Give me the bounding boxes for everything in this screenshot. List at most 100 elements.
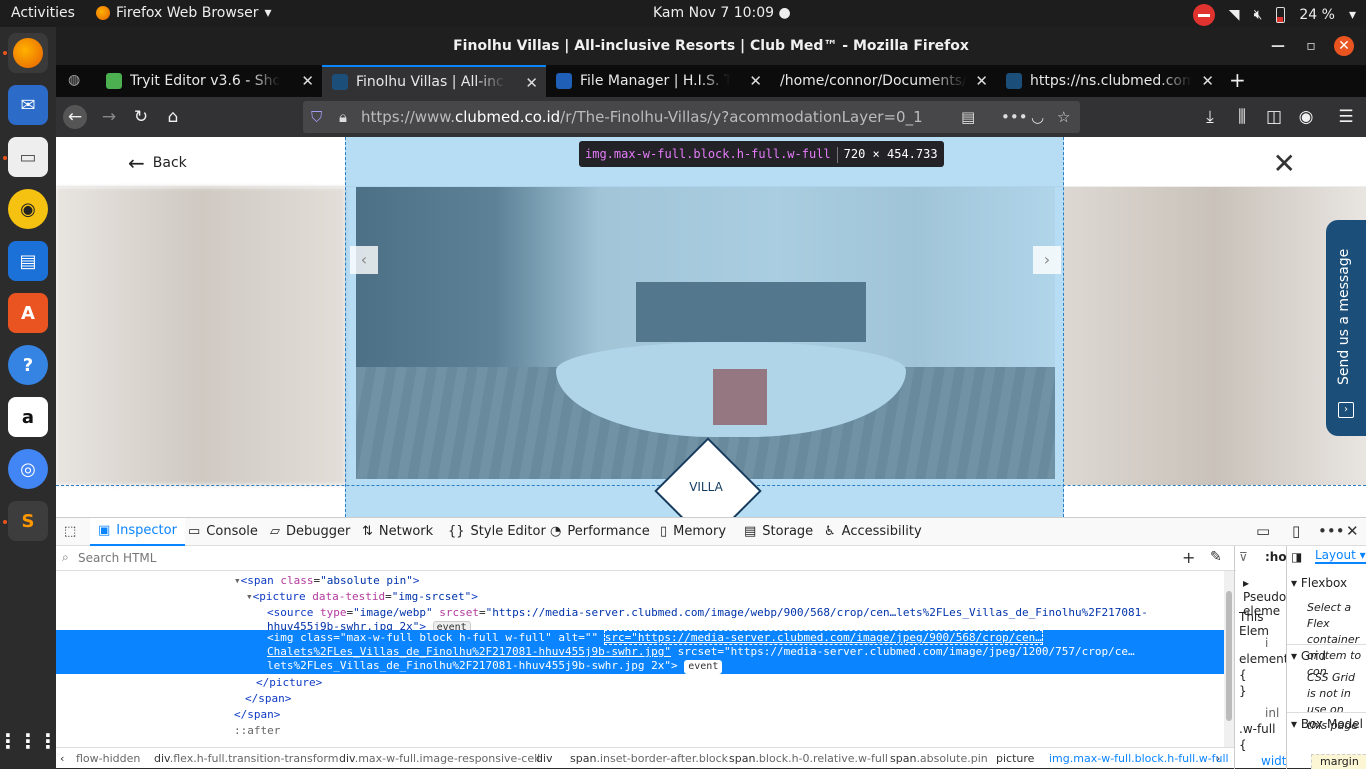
back-arrow-icon[interactable]: ←	[63, 105, 87, 129]
markup-node-span[interactable]: ▾<span class="absolute pin">	[234, 574, 419, 588]
new-tab-icon[interactable]: +	[1229, 68, 1246, 92]
breadcrumb-item[interactable]: flow-hidden	[76, 752, 140, 765]
markup-close-span[interactable]: </span>	[245, 692, 291, 706]
devtools-menu-icon[interactable]: •••	[1318, 522, 1345, 540]
rule-property[interactable]: widt	[1261, 754, 1286, 768]
downloads-icon[interactable]: ⤓	[1198, 105, 1222, 129]
grid-section[interactable]: ▾ Grid	[1287, 644, 1366, 663]
markup-src-link[interactable]: src="https://media-server.clubmed.com/im…	[603, 630, 1043, 645]
close-devtools-icon[interactable]: ✕	[1346, 522, 1359, 540]
account-icon[interactable]: ◉	[1294, 105, 1318, 129]
reader-view-icon[interactable]: ▤	[961, 101, 975, 133]
breadcrumb-item[interactable]: span.inset-border-after.block	[570, 752, 728, 765]
tab-ns-clubmed[interactable]: https://ns.clubmed.com ✕	[996, 65, 1222, 97]
pocket-icon[interactable]: ◡	[1031, 101, 1044, 133]
tab-network[interactable]: ⇅ Network	[362, 518, 433, 546]
breadcrumb-item[interactable]: div.max-w-full.image-responsive-cell	[339, 752, 540, 765]
breadcrumb-item[interactable]: span.absolute.pin	[890, 752, 988, 765]
markup-src-link-cont[interactable]: Chalets%2FLes_Villas_de_Finolhu%2F217081…	[267, 645, 671, 658]
search-html-input[interactable]: Search HTML	[78, 551, 156, 565]
tracking-shield-icon[interactable]: ⛉	[311, 101, 322, 133]
sublime-text-launcher-icon[interactable]: S	[8, 501, 48, 541]
activities-button[interactable]: Activities	[11, 5, 75, 21]
system-tray[interactable]: ◥ 🔇︎ 24 % ▾	[1192, 4, 1356, 26]
close-tab-icon[interactable]: ✕	[1201, 72, 1214, 90]
home-icon[interactable]: ⌂	[161, 105, 185, 129]
breadcrumb-item-current[interactable]: img.max-w-full.block.h-full.w-full	[1049, 752, 1229, 765]
close-icon[interactable]: ✕	[1273, 147, 1296, 180]
firefox-launcher-icon[interactable]	[8, 33, 48, 73]
close-tab-icon[interactable]: ✕	[975, 72, 988, 90]
tab-file-manager[interactable]: File Manager | H.I.S. Trav ✕	[546, 65, 770, 97]
tab-inspector[interactable]: ▣ Inspector	[90, 518, 185, 546]
back-button[interactable]: ← Back	[128, 151, 187, 175]
responsive-design-icon[interactable]: ▭	[1256, 522, 1270, 540]
tab-performance[interactable]: ◔ Performance	[550, 518, 650, 546]
clock[interactable]: Kam Nov 7 10:09 ●	[653, 5, 791, 21]
markup-pseudo-after[interactable]: ::after	[234, 724, 280, 738]
rhythmbox-launcher-icon[interactable]: ◉	[8, 189, 48, 229]
amazon-launcher-icon[interactable]: a	[8, 397, 48, 437]
maximize-icon[interactable]: ▫	[1301, 36, 1321, 56]
lock-icon[interactable]: 🔒︎	[339, 101, 347, 133]
writer-launcher-icon[interactable]: ▤	[8, 241, 48, 281]
filter-icon[interactable]: ⊽	[1239, 550, 1248, 564]
flexbox-section[interactable]: ▾ Flexbox	[1287, 576, 1366, 590]
software-center-launcher-icon[interactable]: A	[8, 293, 48, 333]
close-tab-icon[interactable]: ✕	[525, 74, 538, 92]
rule-source[interactable]: inl	[1265, 706, 1279, 720]
thunderbird-launcher-icon[interactable]: ✉	[8, 85, 48, 125]
files-launcher-icon[interactable]: ▭	[8, 137, 48, 177]
breadcrumb-item[interactable]: div.flex.h-full.transition-transform	[154, 752, 338, 765]
sidebar-icon[interactable]: ◫	[1262, 105, 1286, 129]
tab-finolhu-villas[interactable]: Finolhu Villas | All-inclusi ✕	[322, 65, 546, 97]
box-model-section[interactable]: ▾ Box Model	[1287, 712, 1366, 731]
element-picker-icon[interactable]: ⬚	[64, 518, 76, 546]
minimize-icon[interactable]: —	[1268, 36, 1288, 56]
markup-scrollbar[interactable]	[1224, 571, 1234, 747]
add-node-icon[interactable]: +	[1182, 548, 1195, 567]
tab-debugger[interactable]: ▱ Debugger	[270, 518, 350, 546]
hover-state-toggle[interactable]: :ho	[1265, 550, 1286, 564]
reload-icon[interactable]: ↻	[129, 105, 153, 129]
show-applications-icon[interactable]: ⋮⋮⋮	[0, 721, 58, 761]
markup-node-source[interactable]: <source type="image/webp" srcset="https:…	[267, 606, 1148, 620]
send-message-button[interactable]: Send us a message ›	[1326, 220, 1366, 436]
scrollbar-thumb[interactable]	[1226, 591, 1232, 721]
help-launcher-icon[interactable]: ?	[8, 345, 48, 385]
tab-home-documents[interactable]: /home/connor/Documents/ ✕	[770, 65, 996, 97]
carousel-next-icon[interactable]: ›	[1033, 246, 1061, 274]
breadcrumb-item[interactable]: div	[536, 752, 553, 765]
computed-toggle-icon[interactable]: ◨	[1291, 550, 1302, 564]
tab-tryit-editor[interactable]: Tryit Editor v3.6 - Show S ✕	[96, 65, 322, 97]
app-menu[interactable]: Firefox Web Browser ▾	[96, 5, 272, 21]
url-bar[interactable]: ⛉ 🔒︎ https://www.clubmed.co.id/r/The-Fin…	[303, 101, 1080, 133]
breadcrumb-item[interactable]: span.block.h-0.relative.w-full	[729, 752, 888, 765]
tab-style-editor[interactable]: {} Style Editor	[448, 518, 546, 546]
markup-node-img-selected[interactable]: <img class="max-w-full block h-full w-fu…	[56, 630, 1224, 674]
close-tab-icon[interactable]: ✕	[301, 72, 314, 90]
close-tab-icon[interactable]: ✕	[749, 72, 762, 90]
pinned-tab-icon[interactable]: ◍	[68, 72, 80, 88]
tab-memory[interactable]: ▯ Memory	[660, 518, 726, 546]
markup-node-picture[interactable]: ▾<picture data-testid="img-srcset">	[246, 590, 478, 604]
bookmark-star-icon[interactable]: ☆	[1057, 101, 1070, 133]
carousel-prev-icon[interactable]: ‹	[350, 246, 378, 274]
eyedropper-icon[interactable]: ✎	[1210, 549, 1222, 565]
library-icon[interactable]: ⫼	[1230, 105, 1254, 129]
markup-close-span[interactable]: </span>	[234, 708, 280, 722]
close-window-icon[interactable]: ✕	[1334, 36, 1354, 56]
page-actions-icon[interactable]: •••	[1001, 101, 1028, 133]
chromium-launcher-icon[interactable]: ◎	[8, 449, 48, 489]
forward-arrow-icon[interactable]: →	[97, 105, 121, 129]
markup-close-picture[interactable]: </picture>	[256, 676, 322, 690]
tab-accessibility[interactable]: ♿︎ Accessibility	[824, 518, 922, 546]
tab-console[interactable]: ▭ Console	[188, 518, 258, 546]
dock-side-icon[interactable]: ▯	[1292, 522, 1300, 540]
breadcrumb-item[interactable]: picture	[996, 752, 1034, 765]
tab-storage[interactable]: ▤ Storage	[744, 518, 813, 546]
event-badge[interactable]: event	[684, 660, 723, 674]
breadcrumb-scroll-right-icon[interactable]: ›	[1216, 752, 1220, 765]
hamburger-menu-icon[interactable]: ☰	[1334, 105, 1358, 129]
breadcrumb-scroll-left-icon[interactable]: ‹	[60, 752, 64, 765]
